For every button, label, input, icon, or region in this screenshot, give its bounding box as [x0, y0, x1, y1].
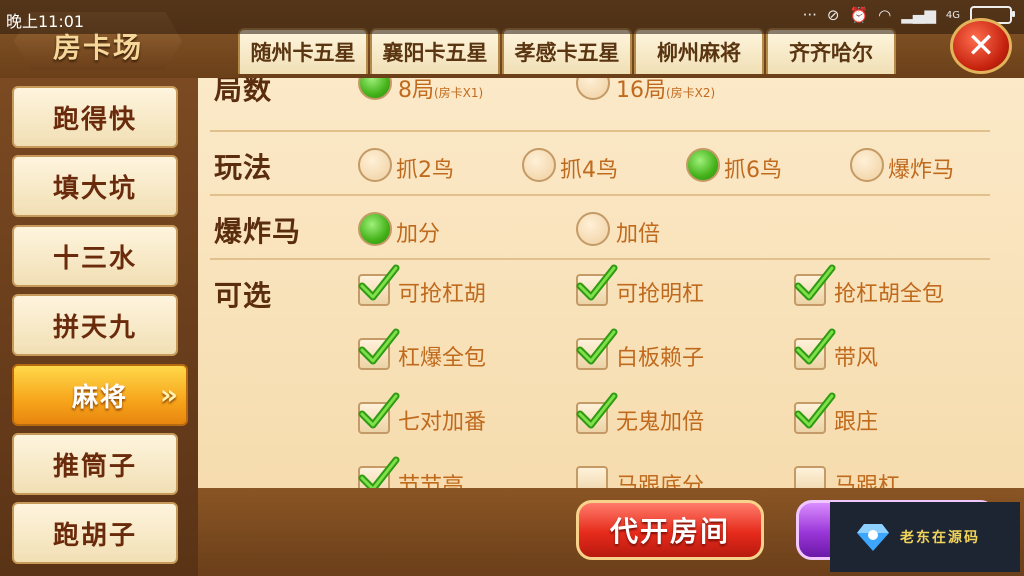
checkmark-icon	[358, 264, 400, 301]
option-catch-4-birds: 抓4鸟	[560, 158, 618, 183]
checkmark-icon	[576, 392, 618, 429]
sidebar-item-mahjong[interactable]: 麻将 »	[12, 364, 188, 426]
checkbox-12[interactable]	[794, 466, 826, 488]
checkbox-label: 抢杠胡全包	[834, 282, 945, 307]
signal-icon: ▂▄▆	[901, 6, 936, 24]
chevron-right-icon: »	[159, 378, 180, 411]
more-dots-icon: ···	[802, 6, 817, 24]
checkbox-label: 杠爆全包	[398, 346, 487, 371]
checkmark-icon	[358, 328, 400, 365]
sidebar-item-shisanshui[interactable]: 十三水	[12, 225, 178, 287]
checkmark-icon	[576, 328, 618, 365]
mute-icon: ⊘	[826, 6, 840, 24]
checkbox-8[interactable]	[576, 392, 618, 434]
watermark-text: 老东在源码	[900, 530, 980, 546]
tab-qiqihar[interactable]: 齐齐哈尔	[766, 28, 896, 74]
options-panel[interactable]: 局数 8局(房卡X1) 16局(房卡X2) 玩法 抓2鸟 抓4鸟 抓6鸟 爆炸马…	[198, 78, 1024, 488]
tab-suizhou[interactable]: 随州卡五星	[238, 28, 368, 74]
radio-catch-4-birds[interactable]	[522, 148, 556, 182]
wifi-icon: ◠	[878, 6, 892, 24]
checkbox-label: 无鬼加倍	[616, 410, 705, 435]
radio-catch-2-birds[interactable]	[358, 148, 392, 182]
checkmark-icon	[576, 264, 618, 301]
checkbox-label: 跟庄	[834, 410, 879, 435]
sidebar-item-tuitongzi[interactable]: 推筒子	[12, 433, 178, 495]
bomb-horse-label: 爆炸马	[214, 215, 302, 248]
play-label: 玩法	[214, 151, 273, 184]
game-tabs: 随州卡五星 襄阳卡五星 孝感卡五星 柳州麻将 齐齐哈尔	[238, 28, 896, 74]
checkbox-11[interactable]	[576, 466, 608, 488]
radio-catch-6-birds[interactable]	[686, 148, 720, 182]
sidebar-item-tiandakeng[interactable]: 填大坑	[12, 155, 178, 217]
radio-double[interactable]	[576, 212, 610, 246]
checkbox-label: 节节高	[398, 474, 465, 488]
status-time: 晚上11:01	[6, 12, 85, 31]
tab-xiangyang[interactable]: 襄阳卡五星	[370, 28, 500, 74]
option-double: 加倍	[616, 222, 661, 247]
checkmark-icon	[794, 328, 836, 365]
option-catch-6-birds: 抓6鸟	[724, 158, 782, 183]
optional-label: 可选	[214, 279, 273, 312]
checkbox-6[interactable]	[794, 328, 836, 370]
checkbox-label: 可抢明杠	[616, 282, 705, 307]
sidebar-item-pintianjiu[interactable]: 拼天九	[12, 294, 178, 356]
option-catch-2-birds: 抓2鸟	[396, 158, 454, 183]
sidebar-item-paodekuai[interactable]: 跑得快	[12, 86, 178, 148]
checkmark-icon	[794, 264, 836, 301]
sidebar-item-label: 麻将	[71, 382, 128, 413]
option-bomb-horse: 爆炸马	[888, 158, 955, 183]
radio-8-rounds[interactable]	[358, 78, 392, 100]
sidebar: 跑得快 填大坑 十三水 拼天九 麻将 » 推筒子 跑胡子	[0, 78, 198, 576]
checkbox-label: 马跟底分	[616, 474, 705, 488]
option-add-score: 加分	[396, 222, 441, 247]
close-icon: ✕	[966, 26, 996, 66]
divider	[210, 130, 990, 132]
checkbox-10[interactable]	[358, 456, 400, 488]
checkbox-4[interactable]	[358, 328, 400, 370]
status-bar: 晚上11:01 ··· ⊘ ⏰ ◠ ▂▄▆ 4G	[0, 0, 1024, 34]
checkbox-label: 可抢杠胡	[398, 282, 487, 307]
checkbox-2[interactable]	[576, 264, 618, 306]
option-16-rounds: 16局(房卡X2)	[616, 78, 716, 103]
checkbox-5[interactable]	[576, 328, 618, 370]
divider	[210, 194, 990, 196]
option-8-rounds: 8局(房卡X1)	[398, 78, 484, 103]
checkmark-icon	[358, 392, 400, 429]
tab-xiaogan[interactable]: 孝感卡五星	[502, 28, 632, 74]
checkbox-label: 七对加番	[398, 410, 487, 435]
checkbox-label: 马跟杠	[834, 474, 901, 488]
tab-liuzhou[interactable]: 柳州麻将	[634, 28, 764, 74]
radio-add-score[interactable]	[358, 212, 392, 246]
alarm-icon: ⏰	[849, 6, 869, 24]
watermark-badge: 老东在源码	[830, 502, 1020, 572]
network-type-label: 4G	[945, 9, 960, 21]
checkbox-1[interactable]	[358, 264, 400, 306]
checkmark-icon	[794, 392, 836, 429]
radio-16-rounds[interactable]	[576, 78, 610, 100]
checkbox-9[interactable]	[794, 392, 836, 434]
checkbox-3[interactable]	[794, 264, 836, 306]
checkmark-icon	[358, 456, 400, 488]
diamond-logo-icon	[857, 524, 889, 551]
checkbox-label: 白板赖子	[616, 346, 705, 371]
close-button[interactable]: ✕	[950, 18, 1012, 74]
radio-bomb-horse[interactable]	[850, 148, 884, 182]
sidebar-item-paohuzi[interactable]: 跑胡子	[12, 502, 178, 564]
rounds-label: 局数	[214, 78, 273, 106]
proxy-open-room-button[interactable]: 代开房间	[576, 500, 764, 560]
checkbox-label: 带风	[834, 346, 879, 371]
divider	[210, 258, 990, 260]
checkbox-7[interactable]	[358, 392, 400, 434]
